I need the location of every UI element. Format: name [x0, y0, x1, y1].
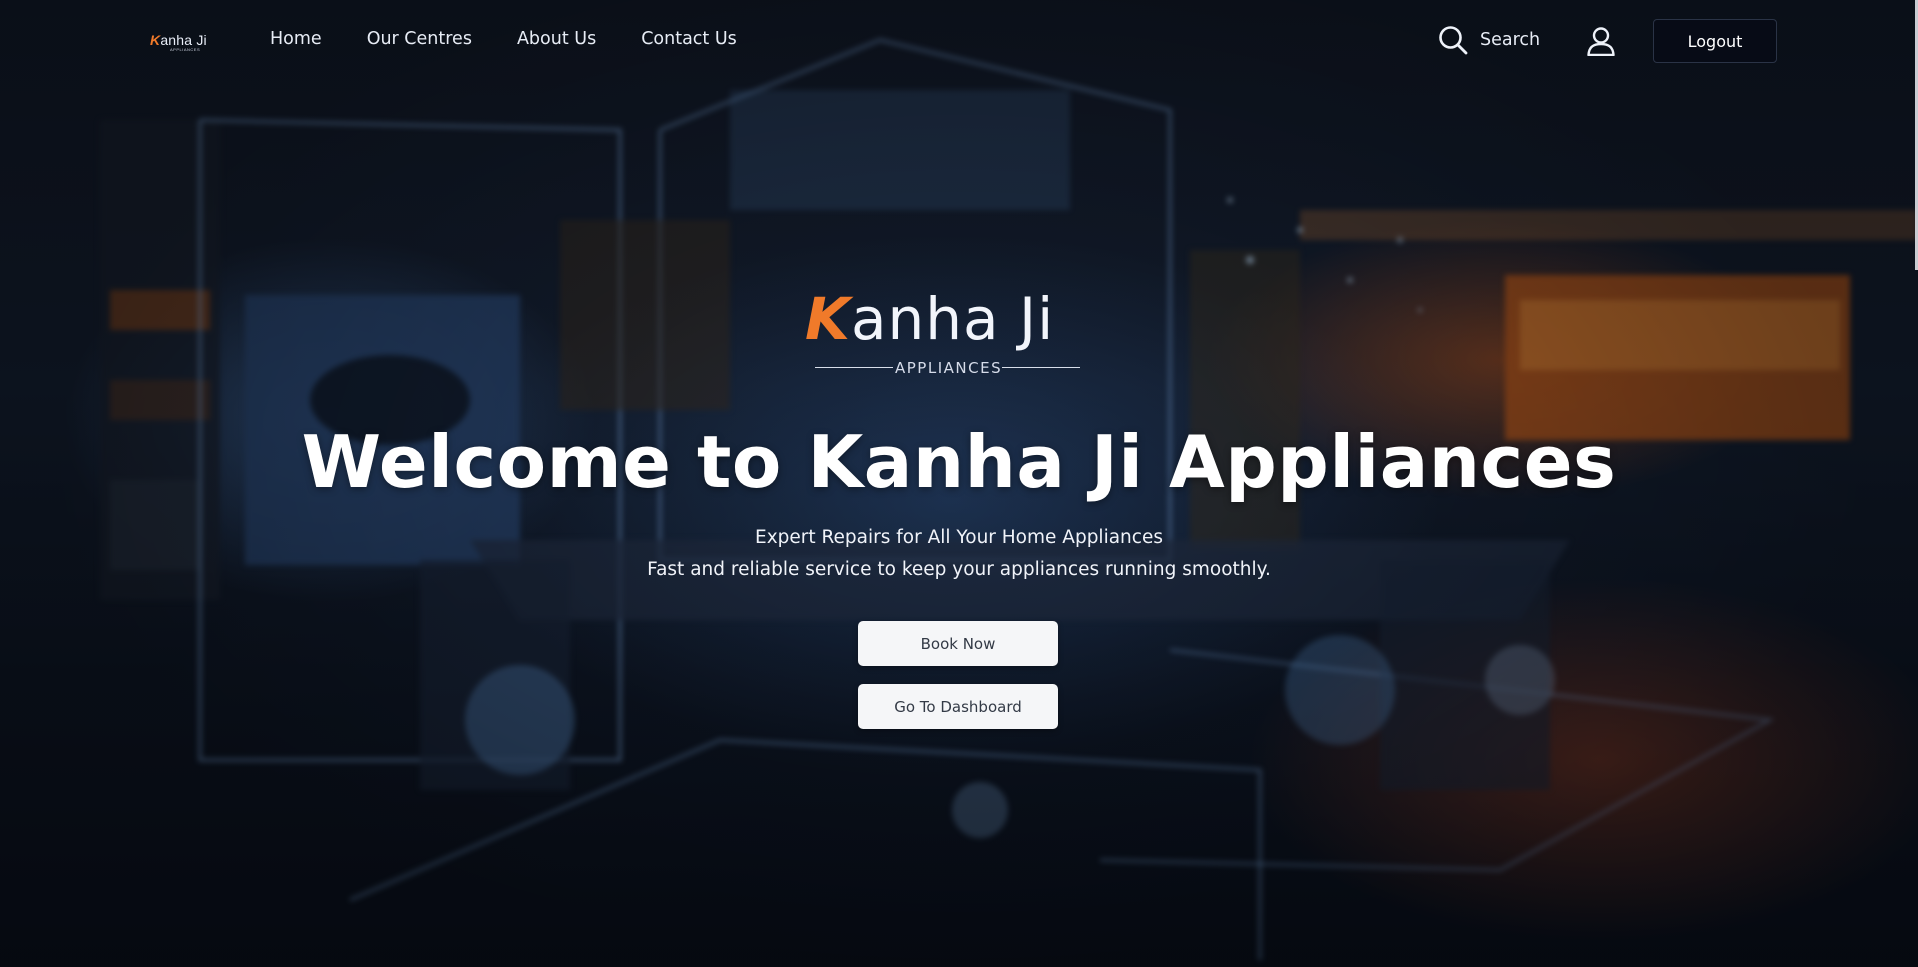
hero-brand-name: Kanha Ji: [805, 285, 1054, 353]
nav-logo-k: K: [150, 32, 161, 48]
page: Kanha Ji APPLIANCES Home Our Centres Abo…: [0, 0, 1918, 967]
search-icon: [1439, 26, 1468, 55]
logout-button[interactable]: Logout: [1653, 19, 1777, 63]
nav-links: Home Our Centres About Us Contact Us: [270, 29, 737, 49]
user-icon: [1587, 27, 1615, 57]
navbar: Kanha Ji APPLIANCES Home Our Centres Abo…: [0, 0, 1918, 82]
nav-link-contact-us[interactable]: Contact Us: [641, 29, 737, 49]
hero-brand-rule-left: [815, 367, 893, 368]
nav-logo-text: anha Ji: [160, 32, 207, 48]
hero-subtitle: Expert Repairs for All Your Home Applian…: [755, 527, 1163, 548]
hero-brand-text: anha Ji: [850, 285, 1055, 353]
go-to-dashboard-button[interactable]: Go To Dashboard: [858, 684, 1058, 729]
nav-link-about-us[interactable]: About Us: [517, 29, 596, 49]
search-label: Search: [1480, 30, 1541, 50]
nav-link-home[interactable]: Home: [270, 29, 322, 49]
hero-brand-rule-right: [1002, 367, 1080, 368]
nav-link-our-centres[interactable]: Our Centres: [367, 29, 472, 49]
hero-brand-logo: Kanha Ji APPLIANCES: [805, 285, 1095, 380]
search-button[interactable]: Search: [1438, 25, 1540, 55]
user-account-button[interactable]: [1586, 26, 1616, 60]
book-now-button[interactable]: Book Now: [858, 621, 1058, 666]
hero-title: Welcome to Kanha Ji Appliances: [301, 420, 1617, 504]
hero-brand-k: K: [805, 285, 851, 353]
hero-brand-subtitle: APPLIANCES: [895, 359, 1003, 377]
nav-logo-subtitle: APPLIANCES: [170, 47, 201, 52]
hero-tagline: Fast and reliable service to keep your a…: [647, 559, 1271, 580]
nav-logo[interactable]: Kanha Ji APPLIANCES: [150, 32, 207, 52]
